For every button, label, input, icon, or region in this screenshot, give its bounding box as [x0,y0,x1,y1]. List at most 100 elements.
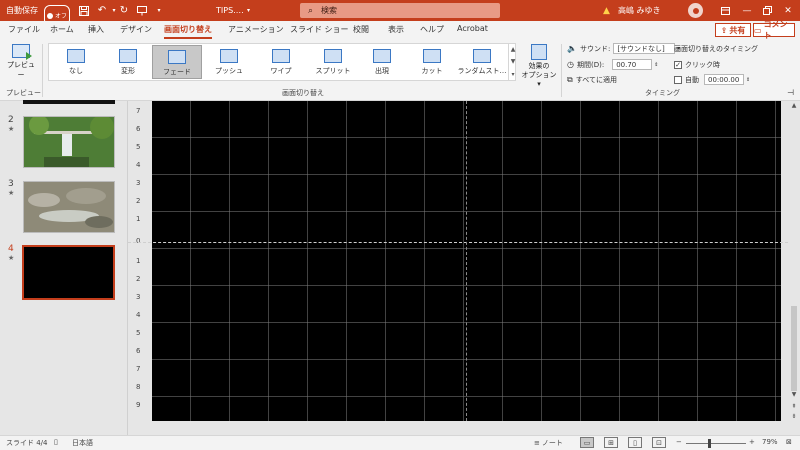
transition-reveal[interactable]: 出現 [357,45,407,79]
zoom-level[interactable]: 79% [762,438,778,446]
slide-sorter-button[interactable]: ⊞ [604,437,618,448]
comment-icon: ▭ [754,25,762,35]
transition-morph[interactable]: 変形 [103,45,153,79]
fit-to-window-icon[interactable]: ⊠ [786,438,792,446]
ruler-label: 4 [136,311,141,319]
vertical-guide[interactable] [466,101,467,421]
tab-help[interactable]: ヘルプ [420,24,444,35]
slide-1-thumbnail-partial[interactable] [23,100,115,104]
on-click-checkbox[interactable]: ✓ クリック時 [674,60,720,70]
zoom-slider-track[interactable] [686,443,746,444]
auto-time-input[interactable]: 00:00.00 [704,74,744,85]
vertical-scrollbar[interactable]: ▲ ▼ ⇞ ⇟ [788,101,800,435]
notes-label: ノート [541,439,563,447]
tab-home[interactable]: ホーム [50,24,74,35]
document-title[interactable]: TIPS.… [216,0,244,21]
undo-icon[interactable]: ↶ [96,0,108,21]
zoom-out-icon[interactable]: − [676,438,682,446]
transition-split[interactable]: スプリット [308,45,358,79]
effect-options-button[interactable]: 効果の オプション ▾ [521,44,557,89]
language-indicator[interactable]: 日本語 [72,438,93,448]
slideshow-button[interactable]: ⊡ [652,437,666,448]
timing-header: 画面切り替えのタイミング [674,44,758,54]
search-input[interactable]: ⌕ 検索 [300,3,500,18]
ribbon-display-icon[interactable] [713,0,737,21]
auto-spinner-icon[interactable]: ⇕ [746,77,750,83]
tab-design[interactable]: デザイン [120,24,152,35]
gallery-down-icon[interactable]: ▼ [511,58,516,65]
tab-insert[interactable]: 挿入 [88,24,104,35]
transition-label: フェード [163,68,191,76]
previous-slide-icon[interactable]: ⇞ [789,403,799,410]
tab-file[interactable]: ファイル [8,24,40,35]
timing-header-label: 画面切り替えのタイミング [674,45,758,53]
share-button[interactable]: ⇪ 共有 [715,23,751,37]
group-separator [561,44,562,97]
on-click-check-icon[interactable]: ✓ [674,61,682,69]
wipe-icon [272,49,290,63]
transition-push[interactable]: プッシュ [204,45,254,79]
gallery-scroll[interactable]: ▲ ▼ ▾ [508,43,517,81]
slide-number: 4 [8,244,14,254]
duration-spinner-icon[interactable]: ⇕ [654,62,658,68]
collapse-ribbon-icon[interactable]: ⊣ [787,88,794,97]
scroll-up-icon[interactable]: ▲ [789,102,799,109]
transition-random-bars[interactable]: ランダムスト… [457,45,507,79]
ruler-label: 3 [136,293,141,301]
tab-acrobat[interactable]: Acrobat [457,24,488,33]
scroll-thumb[interactable] [791,306,797,391]
slide-3-thumbnail[interactable] [23,181,115,233]
reading-view-icon: ▯ [628,437,642,448]
preview-group-label: プレビュー [6,89,41,97]
zoom-in-icon[interactable]: + [749,438,755,446]
transition-cut[interactable]: カット [407,45,457,79]
next-slide-icon[interactable]: ⇟ [789,413,799,420]
transition-fade[interactable]: フェード [152,45,202,79]
spellcheck-icon[interactable]: ▯ [54,438,58,446]
slide-number: 2 [8,115,14,125]
avatar[interactable] [688,3,703,18]
comment-button[interactable]: ▭ コメント [753,20,795,40]
preview-button[interactable]: プレビュー [4,44,38,80]
waterfall-image [24,115,114,167]
autosave-state: オフ [55,13,68,20]
tab-animations[interactable]: アニメーション [228,24,284,35]
transition-label: 変形 [121,67,135,75]
ruler-label: 7 [136,365,141,373]
notes-button[interactable]: ≡ ノート [534,438,563,448]
zoom-slider-knob[interactable] [708,439,711,448]
tab-view[interactable]: 表示 [388,24,404,35]
apply-all-button[interactable]: ⧉ すべてに適用 [567,75,617,85]
slide-number: 3 [8,179,14,189]
on-click-label: クリック時 [685,61,720,69]
warning-icon[interactable]: ▲ [603,0,610,21]
normal-view-button[interactable]: ▭ [580,437,594,448]
title-dropdown-icon[interactable]: ▾ [247,0,250,21]
sound-select[interactable]: [サウンドなし] [613,43,676,54]
sound-value: [サウンドなし] [617,44,665,53]
reading-view-button[interactable]: ▯ [628,437,642,448]
save-icon[interactable] [78,0,90,21]
transition-none[interactable]: なし [51,45,101,79]
ruler-label: 2 [136,197,141,205]
effect-options-label-1: 効果の [528,62,550,70]
auto-checkbox[interactable] [674,75,682,84]
transition-wipe[interactable]: ワイプ [256,45,306,79]
clock-icon: ◷ [567,60,574,69]
redo-icon[interactable]: ↻ [118,0,130,21]
gallery-up-icon[interactable]: ▲ [511,46,516,53]
user-name[interactable]: 高嶋 みゆき [618,0,661,21]
gallery-more-icon[interactable]: ▾ [511,71,514,78]
present-icon[interactable] [136,0,148,21]
slide-2-thumbnail[interactable] [23,115,115,168]
customize-qat-icon[interactable]: ▾ [153,0,165,21]
ruler-label: 2 [136,275,141,283]
slide-4-thumbnail[interactable] [22,245,115,300]
tab-transitions[interactable]: 画面切り替え [164,24,212,39]
duration-input[interactable]: 00.70 [612,59,653,70]
horizontal-guide[interactable] [128,242,788,243]
tab-review[interactable]: 校閲 [353,24,369,35]
tab-slideshow[interactable]: スライド ショー [290,24,349,35]
scroll-down-icon[interactable]: ▼ [789,391,799,398]
close-icon[interactable]: ✕ [776,0,800,21]
